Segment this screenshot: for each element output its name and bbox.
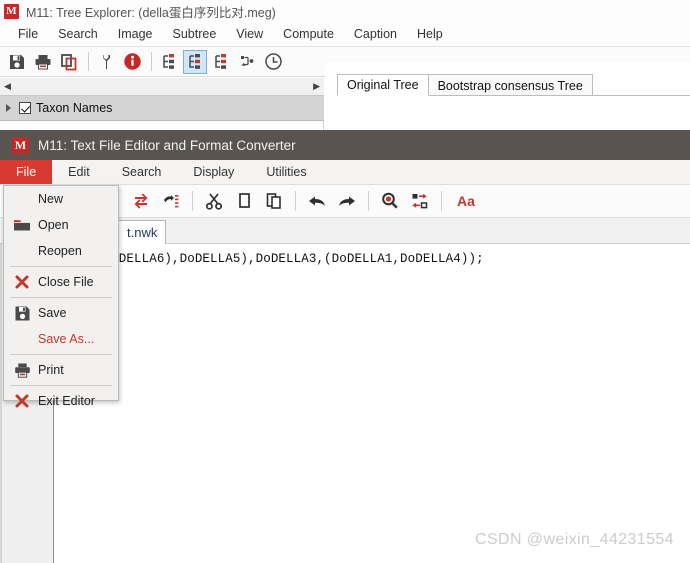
info-icon[interactable] xyxy=(120,50,144,74)
tab-bootstrap-consensus-tree[interactable]: Bootstrap consensus Tree xyxy=(427,74,593,96)
menu-help[interactable]: Help xyxy=(407,27,453,41)
tab-original-tree[interactable]: Original Tree xyxy=(337,74,429,96)
folder-icon xyxy=(8,218,36,233)
toolbar-separator xyxy=(295,191,296,211)
menu-file[interactable]: File xyxy=(8,27,48,41)
menu-item-label: Print xyxy=(38,363,64,377)
menu-item-label: Exit Editor xyxy=(38,394,95,408)
menu-item-save[interactable]: Save xyxy=(4,300,118,326)
print-icon[interactable] xyxy=(31,50,55,74)
menu-view[interactable]: View xyxy=(226,27,273,41)
timetree-clock-icon[interactable] xyxy=(261,50,285,74)
menu-image[interactable]: Image xyxy=(108,27,163,41)
font-icon[interactable]: Aa xyxy=(448,187,484,215)
menu-item-reopen[interactable]: Reopen xyxy=(4,238,118,264)
editor-menu-display[interactable]: Display xyxy=(177,160,250,184)
taxon-names-label: Taxon Names xyxy=(36,101,113,115)
editor-menu-search[interactable]: Search xyxy=(106,160,178,184)
root-on-midpoint-icon[interactable] xyxy=(235,50,259,74)
watermark: CSDN @weixin_44231554 xyxy=(475,531,674,548)
menu-separator xyxy=(10,385,112,386)
tree-layout-icon[interactable] xyxy=(183,49,207,74)
menu-separator xyxy=(10,297,112,298)
menu-subtree[interactable]: Subtree xyxy=(163,27,227,41)
printer-icon xyxy=(8,362,36,379)
save-icon xyxy=(8,305,36,322)
editor-newick-text: ELLA2,DoDELLA6),DoDELLA5),DoDELLA3,(DoDE… xyxy=(58,252,484,266)
editor-menu-edit[interactable]: Edit xyxy=(52,160,106,184)
scroll-left-arrow-icon[interactable]: ◀ xyxy=(4,81,11,92)
menu-item-save-as[interactable]: Save As... xyxy=(4,326,118,352)
tree-explorer-menubar: File Search Image Subtree View Compute C… xyxy=(0,22,690,47)
screenshot-root: M M11: Tree Explorer: (della蛋白序列比对.meg) … xyxy=(0,0,690,563)
tree-tabstrip: Original Tree Bootstrap consensus Tree xyxy=(337,74,593,96)
copy-icon[interactable] xyxy=(229,187,259,215)
menu-item-label: Save As... xyxy=(38,332,95,346)
editor-file-tab[interactable]: t.nwk xyxy=(118,220,167,244)
convert-format-icon[interactable] xyxy=(126,187,156,215)
menu-item-label: Reopen xyxy=(38,244,82,258)
menu-item-label: Open xyxy=(38,218,69,232)
close-x-icon xyxy=(8,274,36,290)
menu-item-open[interactable]: Open xyxy=(4,212,118,238)
scroll-right-arrow-icon[interactable]: ▶ xyxy=(313,81,320,92)
menu-search[interactable]: Search xyxy=(48,27,108,41)
menu-item-label: New xyxy=(38,192,64,206)
topology-only-icon[interactable] xyxy=(157,50,181,74)
toolbar-separator xyxy=(368,191,369,211)
menu-item-print[interactable]: Print xyxy=(4,357,118,383)
toolbar-separator xyxy=(88,52,89,71)
copy-icon[interactable] xyxy=(57,50,81,74)
menu-separator xyxy=(10,266,112,267)
select-list-icon[interactable] xyxy=(156,187,186,215)
options-wrench-icon[interactable] xyxy=(94,50,118,74)
replace-icon[interactable] xyxy=(405,187,435,215)
mega-logo-icon: M xyxy=(12,136,29,154)
menu-item-close-file[interactable]: Close File xyxy=(4,269,118,295)
taxon-names-checkbox[interactable] xyxy=(19,102,31,114)
menu-compute[interactable]: Compute xyxy=(273,27,344,41)
toolbar-separator xyxy=(151,52,152,71)
redo-icon[interactable] xyxy=(332,187,362,215)
expand-triangle-icon[interactable] xyxy=(6,104,11,112)
menu-separator xyxy=(10,354,112,355)
menu-item-label: Save xyxy=(38,306,67,320)
editor-menubar: File Edit Search Display Utilities xyxy=(0,160,690,185)
save-icon[interactable] xyxy=(5,50,29,74)
editor-titlebar: M M11: Text File Editor and Format Conve… xyxy=(0,130,690,160)
toolbar-separator xyxy=(441,191,442,211)
paste-icon[interactable] xyxy=(259,187,289,215)
menu-item-exit-editor[interactable]: Exit Editor xyxy=(4,388,118,414)
editor-menu-file[interactable]: File xyxy=(0,160,53,184)
toolbar-separator xyxy=(192,191,193,211)
condensed-tree-icon[interactable] xyxy=(209,50,233,74)
tree-panel-horizontal-scrollbar[interactable]: ◀ ▶ xyxy=(0,78,324,96)
menu-caption[interactable]: Caption xyxy=(344,27,407,41)
close-x-icon xyxy=(8,393,36,409)
undo-icon[interactable] xyxy=(302,187,332,215)
file-dropdown-menu: New Open Reopen Close File Save Save As.… xyxy=(3,185,119,408)
tree-explorer-titlebar: M M11: Tree Explorer: (della蛋白序列比对.meg) xyxy=(0,0,690,22)
editor-menu-utilities[interactable]: Utilities xyxy=(250,160,322,184)
menu-item-new[interactable]: New xyxy=(4,186,118,212)
mega-logo-icon: M xyxy=(4,3,19,19)
cut-icon[interactable] xyxy=(199,187,229,215)
menu-item-label: Close File xyxy=(38,275,94,289)
find-icon[interactable] xyxy=(375,187,405,215)
taxon-names-row[interactable]: Taxon Names xyxy=(0,96,324,121)
tree-explorer-title: M11: Tree Explorer: (della蛋白序列比对.meg) xyxy=(26,5,276,20)
editor-title: M11: Text File Editor and Format Convert… xyxy=(38,137,296,153)
